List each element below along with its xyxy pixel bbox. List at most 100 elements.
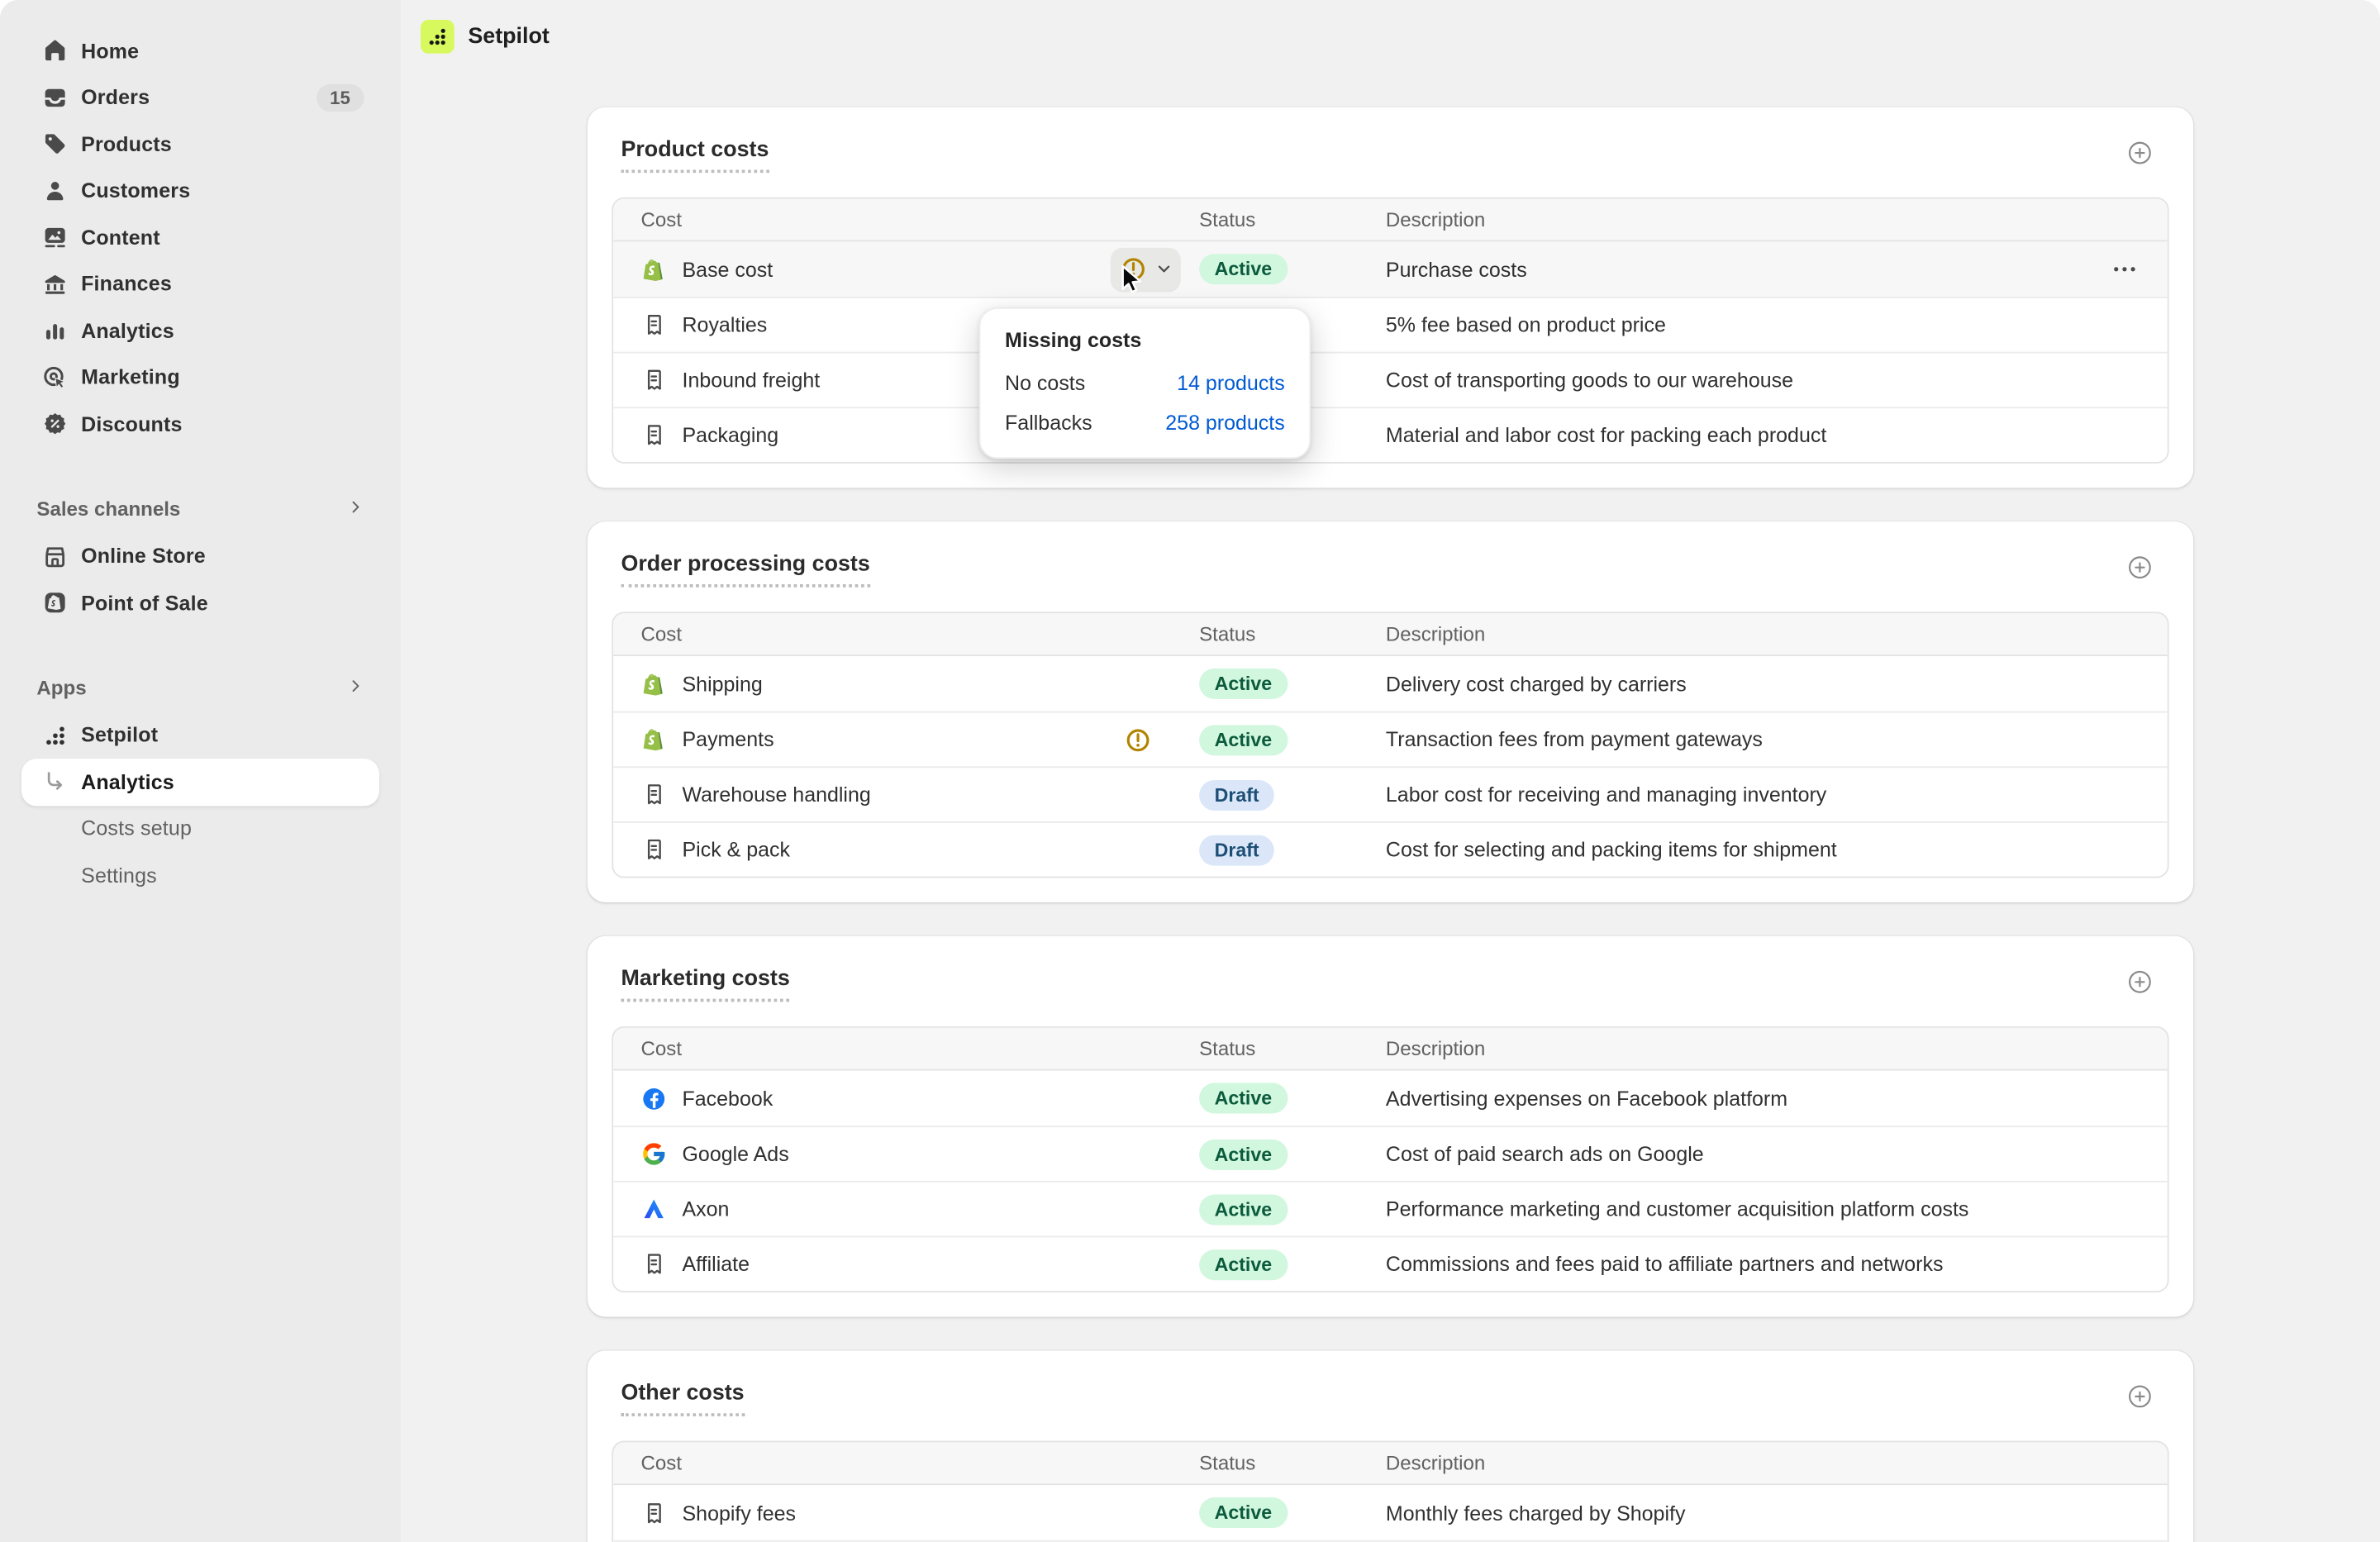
card-order-processing-costs: Order processing costs CostStatusDescript…	[588, 521, 2193, 902]
table-row-facebook[interactable]: FacebookActiveAdvertising expenses on Fa…	[613, 1071, 2168, 1126]
table-row-inbound-freight[interactable]: Inbound freightCost of transporting good…	[613, 352, 2168, 407]
column-header-status: Status	[1199, 1452, 1386, 1475]
add-cost-button[interactable]	[2126, 139, 2154, 166]
sidebar-item-analytics[interactable]: Analytics	[21, 307, 379, 354]
sidebar-item-point-of-sale[interactable]: Point of Sale	[21, 579, 379, 626]
table-row-royalties[interactable]: Royalties5% fee based on product price	[613, 297, 2168, 352]
sidebar-item-setpilot[interactable]: Setpilot	[21, 712, 379, 759]
status-badge: Active	[1199, 724, 1287, 754]
table-row-shopify-fees[interactable]: Shopify feesActiveMonthly fees charged b…	[613, 1485, 2168, 1540]
description-cell: Cost for selecting and packing items for…	[1386, 838, 2140, 861]
sidebar-section-header-apps[interactable]: Apps	[21, 675, 379, 700]
popover-row: Fallbacks 258 products	[1005, 412, 1285, 435]
cost-name: Pick & pack	[683, 838, 791, 861]
description-cell: 5% fee based on product price	[1386, 313, 2140, 336]
sidebar-section-header-sales-channels[interactable]: Sales channels	[21, 497, 379, 521]
popover-label: No costs	[1005, 372, 1085, 395]
cost-name: Google Ads	[683, 1143, 789, 1166]
description-text: Performance marketing and customer acqui…	[1386, 1197, 1969, 1221]
table-row-warehouse-handling[interactable]: Warehouse handling DraftLabor cost for re…	[613, 766, 2168, 821]
sidebar-item-customers[interactable]: Customers	[21, 168, 379, 214]
add-cost-button[interactable]	[2126, 554, 2154, 581]
table-row-affiliate[interactable]: Affiliate ActiveCommissions and fees paid…	[613, 1236, 2168, 1292]
description-text: Commissions and fees paid to affiliate p…	[1386, 1253, 1944, 1276]
card-title-marketing-costs[interactable]: Marketing costs	[621, 967, 789, 1002]
axon-icon	[641, 1196, 667, 1221]
description-cell: Cost of paid search ads on Google	[1386, 1143, 2140, 1166]
add-cost-button[interactable]	[2126, 1383, 2154, 1410]
sidebar-item-content[interactable]: Content	[21, 214, 379, 260]
fallbacks-products-link[interactable]: 258 products	[1165, 412, 1284, 435]
column-header-status: Status	[1199, 1037, 1386, 1060]
card-title-other-costs[interactable]: Other costs	[621, 1381, 744, 1416]
sidebar-item-costs-setup[interactable]: Costs setup	[21, 805, 379, 851]
description-cell: Monthly fees charged by Shopify	[1386, 1502, 2140, 1525]
receipt-icon	[641, 367, 667, 393]
table-row-shipping[interactable]: ShippingActiveDelivery cost charged by c…	[613, 656, 2168, 712]
status-badge: Draft	[1199, 835, 1274, 865]
sidebar-item-orders[interactable]: Orders15	[21, 74, 379, 121]
card-title-product-costs[interactable]: Product costs	[621, 138, 769, 174]
cost-cell: Google Ads	[641, 1141, 1200, 1167]
sidebar-item-online-store[interactable]: Online Store	[21, 533, 379, 579]
table-row-packaging[interactable]: PackagingMaterial and labor cost for pac…	[613, 407, 2168, 462]
description-cell: Commissions and fees paid to affiliate p…	[1386, 1253, 2140, 1276]
sidebar-item-home[interactable]: Home	[21, 27, 379, 74]
receipt-icon	[641, 1251, 667, 1277]
cost-name: Affiliate	[683, 1253, 750, 1276]
sidebar-item-label: Settings	[81, 864, 364, 887]
cost-name: Base cost	[683, 258, 774, 281]
column-header-description: Description	[1386, 1452, 2140, 1475]
description-text: Cost of transporting goods to our wareho…	[1386, 369, 1793, 392]
warning-icon	[1119, 255, 1146, 283]
sidebar-item-discounts[interactable]: Discounts	[21, 401, 379, 447]
description-cell: Labor cost for receiving and managing in…	[1386, 783, 2140, 807]
table-row-google-ads[interactable]: Google AdsActiveCost of paid search ads …	[613, 1126, 2168, 1181]
card-header: Marketing costs	[612, 964, 2168, 1002]
description-cell: Purchase costs	[1386, 254, 2140, 284]
status-cell: Draft	[1199, 779, 1386, 810]
topbar: Setpilot	[401, 0, 2380, 74]
receipt-icon	[641, 1500, 667, 1525]
table-row-payments[interactable]: PaymentsActiveTransaction fees from paym…	[613, 712, 2168, 767]
missing-costs-warning-button[interactable]	[1111, 247, 1181, 292]
add-cost-button[interactable]	[2126, 969, 2154, 996]
card-title-order-processing-costs[interactable]: Order processing costs	[621, 552, 869, 588]
sidebar-item-analytics[interactable]: Analytics	[21, 759, 379, 805]
table-row-pick-pack[interactable]: Pick & pack Draft Cost for selecting and p…	[613, 821, 2168, 877]
card-header: Product costs	[612, 135, 2168, 173]
sidebar-item-label: Analytics	[81, 770, 364, 793]
google-icon	[641, 1141, 667, 1167]
sidebar-item-marketing[interactable]: Marketing	[21, 354, 379, 400]
sidebar-item-finances[interactable]: Finances	[21, 261, 379, 307]
elbow-arrow-icon	[41, 769, 69, 796]
app-title: Setpilot	[468, 25, 549, 50]
receipt-icon	[641, 422, 667, 448]
setpilot-dots-icon	[41, 721, 69, 749]
chevron-right-icon	[347, 497, 364, 521]
chevron-down-icon	[1154, 260, 1173, 278]
cost-cell: Facebook	[641, 1085, 1200, 1111]
card-product-costs: Product costsCostStatusDescriptionBase c…	[588, 107, 2193, 488]
analytics-icon	[41, 317, 69, 345]
no-costs-products-link[interactable]: 14 products	[1177, 372, 1285, 395]
table-row-base-cost[interactable]: Base costActivePurchase costs	[613, 241, 2168, 297]
receipt-icon	[641, 782, 667, 807]
cost-name: Facebook	[683, 1087, 774, 1110]
cost-cell: Base cost	[641, 247, 1200, 292]
sidebar-item-settings[interactable]: Settings	[21, 852, 379, 898]
sidebar-item-products[interactable]: Products	[21, 121, 379, 167]
row-actions-menu-button[interactable]	[2109, 254, 2140, 284]
cost-name: Warehouse handling	[683, 783, 871, 807]
cost-cell: Pick & pack	[641, 836, 1200, 862]
sidebar-nav: HomeOrders15ProductsCustomersContentFina…	[0, 27, 401, 898]
description-text: Cost for selecting and packing items for…	[1386, 838, 1837, 861]
table-header-row: CostStatusDescription	[613, 613, 2168, 656]
table-row-axon[interactable]: AxonActivePerformance marketing and cust…	[613, 1181, 2168, 1236]
cost-cell: Axon	[641, 1196, 1200, 1221]
status-badge: Active	[1199, 669, 1287, 699]
description-cell: Transaction fees from payment gateways	[1386, 728, 2140, 751]
status-cell: Active	[1199, 1249, 1386, 1279]
column-header-cost: Cost	[641, 208, 1200, 231]
sidebar-item-label: Marketing	[81, 366, 364, 389]
